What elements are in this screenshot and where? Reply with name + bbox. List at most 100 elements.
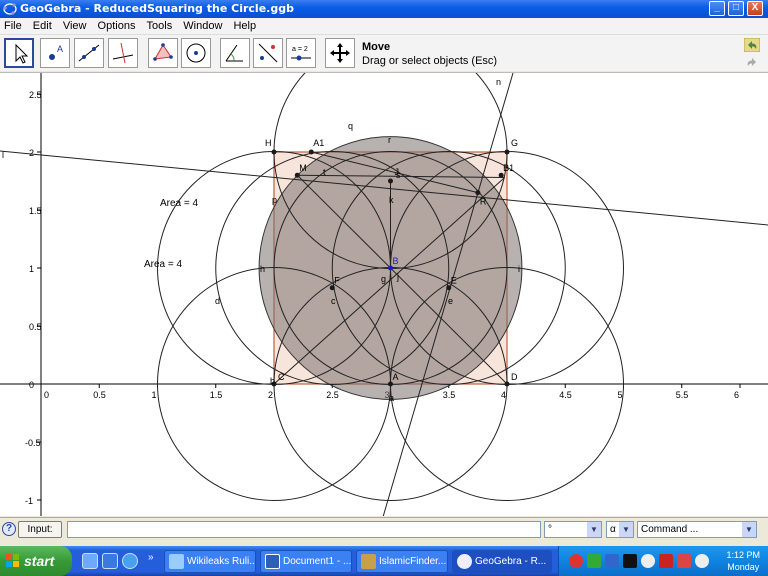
point-B1: [498, 172, 504, 178]
task-label: Document1 - ...: [283, 556, 352, 567]
task-islamicfinder[interactable]: IslamicFinder...: [356, 550, 448, 573]
symbol-select[interactable]: ° ▼: [544, 521, 602, 538]
point-A: [388, 381, 393, 387]
object-label-e: e: [448, 296, 453, 306]
tool-move-graphics[interactable]: [325, 38, 355, 68]
reflect-about-line-icon: [258, 43, 278, 63]
network-icon[interactable]: [587, 554, 601, 568]
task-document1[interactable]: Document1 - ...: [260, 550, 352, 573]
object-label-k: k: [389, 195, 394, 205]
tool-info: Move Drag or select objects (Esc): [362, 41, 497, 67]
area-label-circle: Area = 4: [144, 259, 183, 270]
redo-icon[interactable]: [744, 55, 760, 69]
task-label: Wikileaks Ruli...: [187, 556, 256, 567]
input-field[interactable]: [67, 521, 541, 538]
y-tick-label: -1: [25, 496, 33, 506]
maximize-button[interactable]: □: [728, 1, 744, 16]
geogebra-icon: [457, 554, 472, 569]
menu-edit[interactable]: Edit: [29, 18, 56, 34]
clock[interactable]: 1:12 PM Monday: [726, 549, 760, 573]
object-label-p: p: [272, 195, 277, 205]
object-label-l: l: [2, 150, 4, 160]
help-icon[interactable]: [677, 554, 691, 568]
ie-icon: [169, 554, 184, 569]
tool-move[interactable]: [4, 38, 34, 68]
point-H: [271, 149, 277, 155]
volume-icon[interactable]: [641, 554, 655, 568]
point-label-M: M: [299, 163, 307, 173]
task-wikileaks[interactable]: Wikileaks Ruli...: [164, 550, 256, 573]
angle-icon: [225, 44, 243, 62]
x-tick-label: 0: [44, 390, 49, 400]
greek-select[interactable]: α ▼: [606, 521, 634, 538]
tool-point[interactable]: A: [40, 38, 70, 68]
minimize-button[interactable]: _: [709, 1, 725, 16]
menu-options[interactable]: Options: [94, 18, 140, 34]
input-help-icon[interactable]: ?: [2, 522, 16, 536]
islamicfinder-icon: [361, 554, 376, 569]
quicklaunch-overflow[interactable]: »: [148, 552, 154, 563]
tool-polygon[interactable]: [148, 38, 178, 68]
x-tick-label: 4.5: [559, 390, 572, 400]
object-label-g: g: [381, 274, 386, 284]
task-geogebra[interactable]: GeoGebra - R...: [452, 550, 552, 573]
tool-slider[interactable]: a = 2: [286, 38, 316, 68]
menu-tools[interactable]: Tools: [143, 18, 177, 34]
point-label-A: A: [393, 372, 399, 382]
tool-name: Move: [362, 41, 391, 53]
svg-text:A: A: [57, 44, 63, 54]
point-J: [388, 178, 393, 184]
point-label-A1: A1: [313, 138, 324, 148]
object-label-s: s: [396, 170, 401, 180]
point-icon: A: [49, 44, 63, 60]
bluetooth-icon[interactable]: [605, 554, 619, 568]
undo-icon[interactable]: [744, 38, 760, 52]
menu-window[interactable]: Window: [179, 18, 226, 34]
point-R: [475, 190, 481, 196]
y-tick-label: 0.5: [29, 322, 42, 332]
security-icon[interactable]: [569, 554, 583, 568]
command-select[interactable]: Command ... ▼: [637, 521, 757, 538]
start-label: start: [24, 553, 55, 569]
start-button[interactable]: start: [0, 546, 72, 576]
object-label-q: q: [348, 121, 353, 131]
tool-line[interactable]: [74, 38, 104, 68]
point-A1: [308, 149, 314, 155]
quicklaunch-media-icon[interactable]: [102, 553, 118, 569]
quicklaunch-desktop-icon[interactable]: [82, 553, 98, 569]
input-label-button[interactable]: Input:: [18, 521, 62, 538]
object-label-a: a: [389, 393, 394, 403]
tool-circle[interactable]: [181, 38, 211, 68]
close-button[interactable]: X: [747, 1, 763, 16]
menu-file[interactable]: File: [0, 18, 26, 34]
point-B: [388, 265, 393, 271]
clock-time: 1:12 PM: [726, 550, 760, 560]
x-tick-label: 6: [734, 390, 739, 400]
slider-icon: a = 2: [291, 46, 311, 61]
menu-view[interactable]: View: [59, 18, 91, 34]
tool-reflect[interactable]: [253, 38, 283, 68]
tool-perpendicular[interactable]: [108, 38, 138, 68]
quicklaunch-ie-icon[interactable]: [122, 553, 138, 569]
tool-angle[interactable]: [220, 38, 250, 68]
menu-help[interactable]: Help: [229, 18, 260, 34]
graphics-view[interactable]: 00.511.522.533.544.555.562.521.510.50-0.…: [0, 72, 768, 516]
point-label-D: D: [511, 372, 518, 382]
point-label-B: B: [393, 256, 399, 266]
title-bar[interactable]: GeoGebra - ReducedSquaring the Circle.gg…: [0, 0, 768, 18]
geogebra-window: GeoGebra - ReducedSquaring the Circle.gg…: [0, 0, 768, 576]
display-icon[interactable]: [623, 554, 637, 568]
point-label-C: C: [278, 372, 285, 382]
update-icon[interactable]: [695, 554, 709, 568]
x-tick-label: 0.5: [93, 390, 106, 400]
mail-icon[interactable]: [659, 554, 673, 568]
construction-canvas[interactable]: 00.511.522.533.544.555.562.521.510.50-0.…: [0, 73, 768, 516]
circle-center-point-icon: [186, 43, 206, 63]
object-label-h: h: [260, 264, 265, 274]
chevron-down-icon: ▼: [587, 522, 601, 537]
chevron-down-icon: ▼: [742, 522, 756, 537]
windows-flag-icon: [6, 554, 19, 567]
y-tick-label: 2: [29, 148, 34, 158]
menu-bar: File Edit View Options Tools Window Help: [0, 18, 768, 35]
point-G: [504, 149, 510, 155]
